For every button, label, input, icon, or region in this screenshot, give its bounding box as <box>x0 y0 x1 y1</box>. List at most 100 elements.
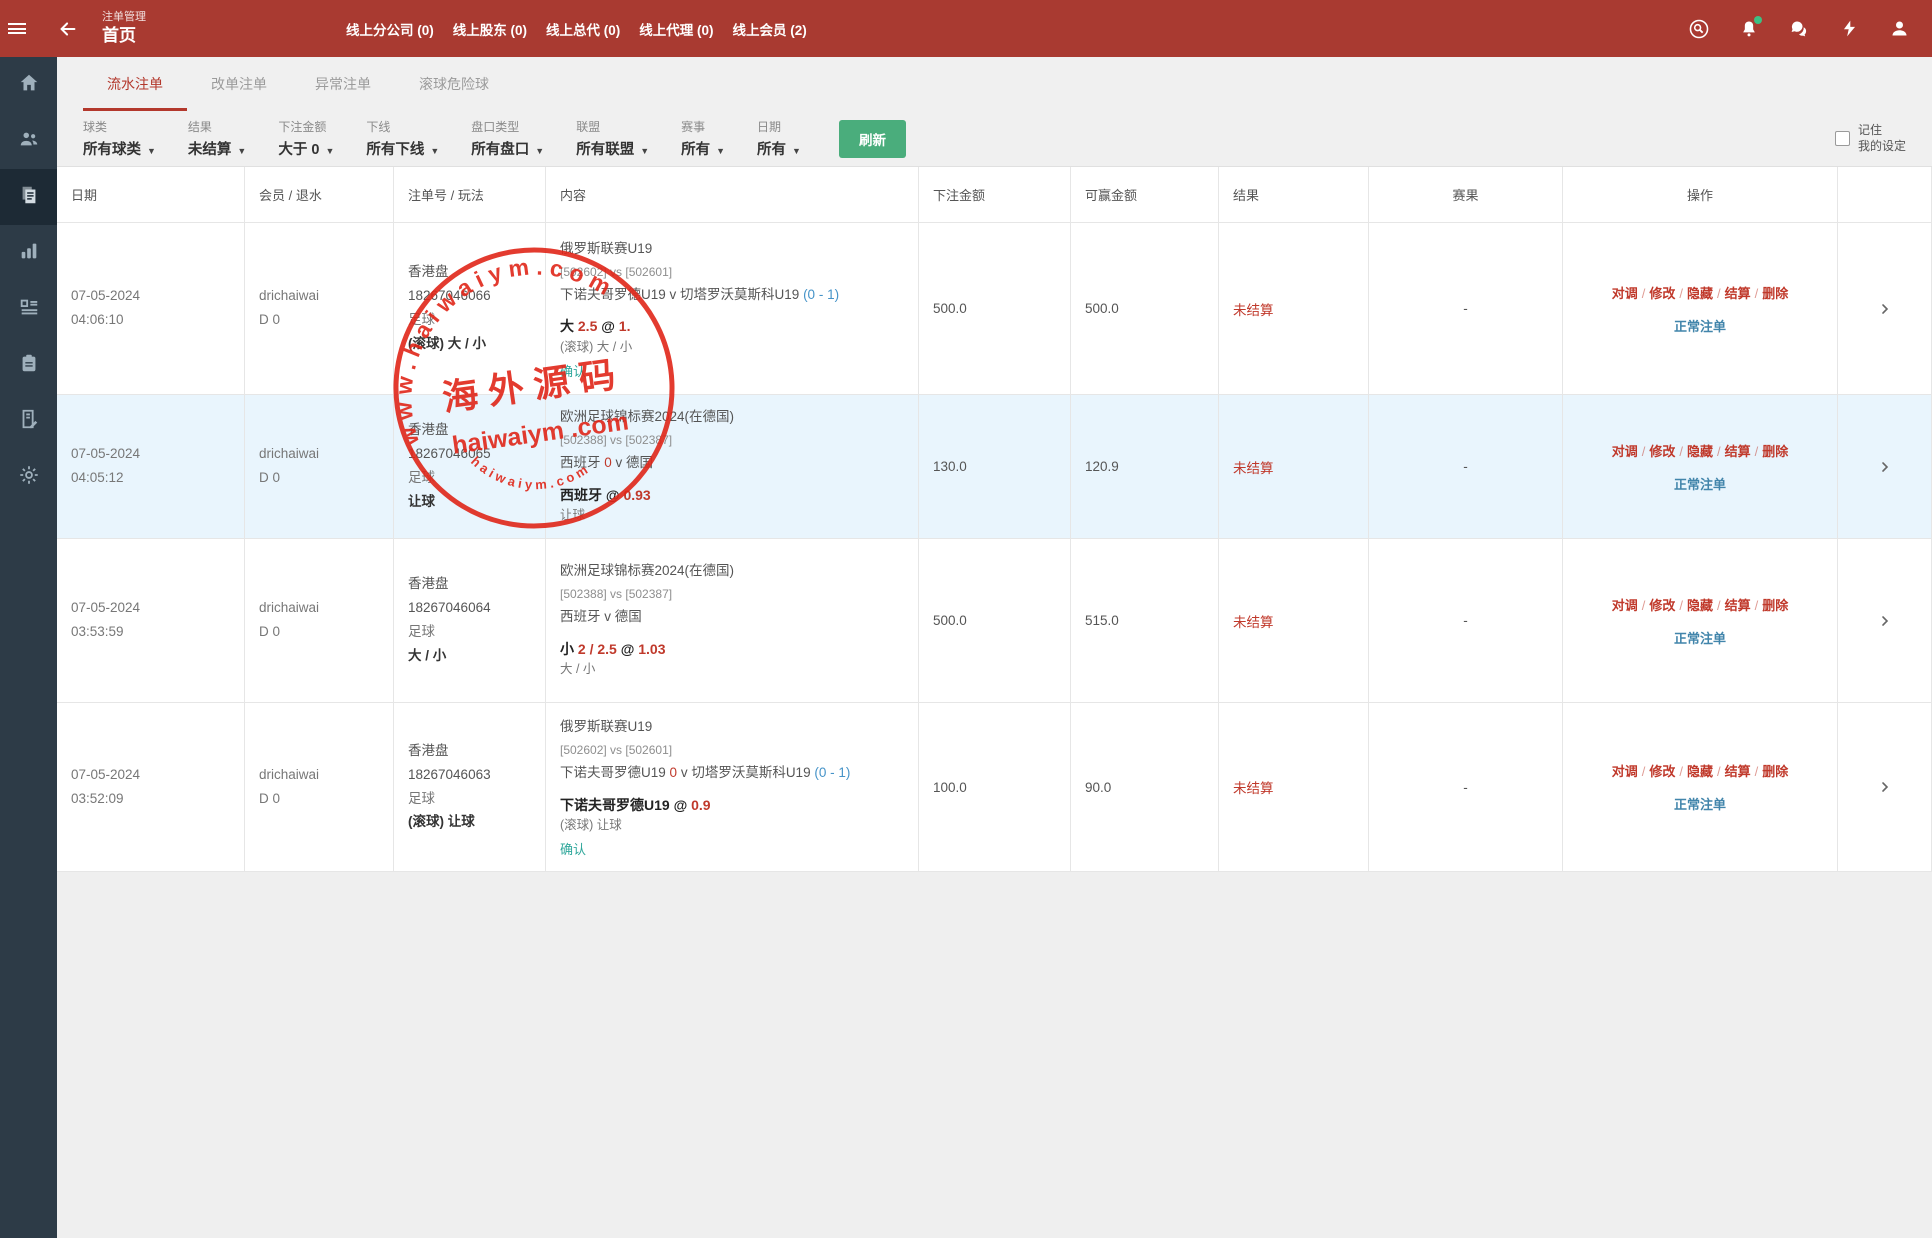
swap-link[interactable]: 对调 <box>1612 286 1638 301</box>
sidebar-item-settings[interactable] <box>0 449 57 505</box>
tab-abnormal-bets[interactable]: 异常注单 <box>291 57 395 111</box>
edit-link[interactable]: 修改 <box>1649 598 1675 613</box>
quick-actions-icon[interactable] <box>1838 18 1860 40</box>
delete-link[interactable]: 删除 <box>1762 598 1788 613</box>
swap-link[interactable]: 对调 <box>1612 444 1638 459</box>
swap-link[interactable]: 对调 <box>1612 764 1638 779</box>
edit-link[interactable]: 修改 <box>1649 764 1675 779</box>
edit-link[interactable]: 修改 <box>1649 286 1675 301</box>
play-line: 大 / 小 <box>560 661 904 679</box>
league-name: 欧洲足球锦标赛2024(在德国) <box>560 408 904 427</box>
filter-date[interactable]: 日期 所有▼ <box>757 118 801 159</box>
bets-table: 日期 会员 / 退水 注单号 / 玩法 内容 下注金额 可赢金额 结果 赛果 操… <box>57 166 1932 872</box>
sport: 足球 <box>408 623 531 642</box>
hide-link[interactable]: 隐藏 <box>1687 444 1713 459</box>
tab-changed-bets[interactable]: 改单注单 <box>187 57 291 111</box>
account-icon[interactable] <box>1888 18 1910 40</box>
bet-date: 07-05-2024 <box>71 599 230 618</box>
filter-bar: 球类 所有球类▼ 结果 未结算▼ 下注金额 大于 0▼ 下线 所有下线▼ 盘口类… <box>57 111 1932 166</box>
col-content: 内容 <box>546 167 919 222</box>
league-name: 俄罗斯联赛U19 <box>560 718 904 737</box>
normal-bet-link[interactable]: 正常注单 <box>1674 474 1726 493</box>
confirm-link[interactable]: 确认 <box>560 839 904 858</box>
sidebar-item-dashboard[interactable] <box>0 281 57 337</box>
member-rebate: D 0 <box>259 469 379 488</box>
expand-row-icon[interactable] <box>1838 539 1932 702</box>
members-icon <box>18 128 40 155</box>
settle-link[interactable]: 结算 <box>1725 764 1751 779</box>
messages-icon[interactable] <box>1788 18 1810 40</box>
expand-row-icon[interactable] <box>1838 395 1932 538</box>
chevron-down-icon: ▼ <box>535 146 544 156</box>
filter-league[interactable]: 联盟 所有联盟▼ <box>576 118 649 159</box>
confirm-link[interactable]: 确认 <box>560 361 904 380</box>
hide-link[interactable]: 隐藏 <box>1687 598 1713 613</box>
normal-bet-link[interactable]: 正常注单 <box>1674 628 1726 647</box>
filter-match[interactable]: 赛事 所有▼ <box>681 118 725 159</box>
sidebar-item-home[interactable] <box>0 57 57 113</box>
edit-link[interactable]: 修改 <box>1649 444 1675 459</box>
back-icon[interactable] <box>48 9 88 49</box>
live-score-link[interactable]: (0 - 1) <box>803 287 839 302</box>
settle-link[interactable]: 结算 <box>1725 444 1751 459</box>
search-icon[interactable] <box>1688 18 1710 40</box>
payout-amount: 500.0 <box>1071 223 1219 394</box>
match-ids: [502602] vs [502601] <box>560 742 904 759</box>
bet-time: 03:52:09 <box>71 790 230 809</box>
expand-row-icon[interactable] <box>1838 703 1932 871</box>
nav-online-shareholder[interactable]: 线上股东 (0) <box>453 19 527 39</box>
nav-online-agent[interactable]: 线上代理 (0) <box>639 19 713 39</box>
remember-settings[interactable]: 记住 我的设定 <box>1835 123 1906 154</box>
stake-amount: 130.0 <box>919 395 1071 538</box>
member-name: drichaiwai <box>259 287 379 306</box>
nav-online-master-agent[interactable]: 线上总代 (0) <box>546 19 620 39</box>
sidebar-item-logs[interactable] <box>0 393 57 449</box>
filter-market-type[interactable]: 盘口类型 所有盘口▼ <box>471 118 544 159</box>
expand-row-icon[interactable] <box>1838 223 1932 394</box>
chevron-down-icon: ▼ <box>430 146 439 156</box>
col-result: 结果 <box>1219 167 1369 222</box>
sidebar-item-members[interactable] <box>0 113 57 169</box>
col-bet-no: 注单号 / 玩法 <box>394 167 546 222</box>
swap-link[interactable]: 对调 <box>1612 598 1638 613</box>
remember-settings-checkbox[interactable] <box>1835 131 1850 146</box>
filter-result[interactable]: 结果 未结算▼ <box>188 118 246 159</box>
stake-amount: 500.0 <box>919 539 1071 702</box>
bet-number: 18267046063 <box>408 766 531 785</box>
tab-live-danger-ball[interactable]: 滚球危险球 <box>395 57 513 111</box>
bet-number: 18267046065 <box>408 445 531 464</box>
chevron-down-icon: ▼ <box>325 146 334 156</box>
filter-downline[interactable]: 下线 所有下线▼ <box>366 118 439 159</box>
orders-icon <box>18 184 40 211</box>
refresh-button[interactable]: 刷新 <box>839 120 906 158</box>
delete-link[interactable]: 删除 <box>1762 764 1788 779</box>
menu-icon[interactable] <box>8 9 48 49</box>
hide-link[interactable]: 隐藏 <box>1687 764 1713 779</box>
settle-link[interactable]: 结算 <box>1725 598 1751 613</box>
sidebar-item-tasks[interactable] <box>0 337 57 393</box>
nav-online-member[interactable]: 线上会员 (2) <box>733 19 807 39</box>
chevron-down-icon: ▼ <box>716 146 725 156</box>
normal-bet-link[interactable]: 正常注单 <box>1674 794 1726 813</box>
match-teams: 西班牙 v 德国 <box>560 608 904 627</box>
market-type: 香港盘 <box>408 575 531 594</box>
nav-online-branch[interactable]: 线上分公司 (0) <box>346 19 434 39</box>
live-score-link[interactable]: (0 - 1) <box>814 765 850 780</box>
normal-bet-link[interactable]: 正常注单 <box>1674 316 1726 335</box>
payout-amount: 120.9 <box>1071 395 1219 538</box>
sidebar-item-orders[interactable] <box>0 169 57 225</box>
result-status: 未结算 <box>1219 703 1369 871</box>
col-stake: 下注金额 <box>919 167 1071 222</box>
hide-link[interactable]: 隐藏 <box>1687 286 1713 301</box>
tasks-icon <box>18 352 40 379</box>
delete-link[interactable]: 删除 <box>1762 444 1788 459</box>
sidebar-item-reports[interactable] <box>0 225 57 281</box>
filter-stake[interactable]: 下注金额 大于 0▼ <box>278 118 334 159</box>
tab-running-bets[interactable]: 流水注单 <box>83 57 187 111</box>
settle-link[interactable]: 结算 <box>1725 286 1751 301</box>
bet-number: 18267046064 <box>408 599 531 618</box>
filter-sport[interactable]: 球类 所有球类▼ <box>83 118 156 159</box>
delete-link[interactable]: 删除 <box>1762 286 1788 301</box>
stake-amount: 500.0 <box>919 223 1071 394</box>
notifications-icon[interactable] <box>1738 18 1760 40</box>
